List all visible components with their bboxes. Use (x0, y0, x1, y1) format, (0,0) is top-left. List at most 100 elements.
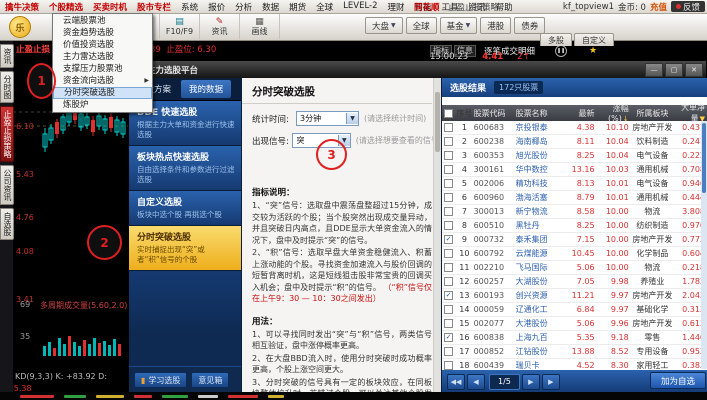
menu-item-LEVEL-2[interactable]: LEVEL-2 (338, 1, 382, 13)
menu-item-理财[interactable]: 理财 (383, 1, 410, 13)
recharge-link[interactable]: 充值 (650, 1, 667, 13)
row-checkbox[interactable] (444, 277, 454, 286)
next-page-button[interactable]: ▶ (521, 373, 540, 390)
add-to-watchlist-button[interactable]: 加为自选 (649, 372, 706, 389)
toolbar-button-画线[interactable]: ▦ 画线 (240, 14, 280, 39)
column-header-涨幅(%)[interactable]: 涨幅(%)↓ (595, 103, 629, 123)
row-checkbox[interactable] (444, 361, 454, 370)
table-row[interactable]: 10 600792 云煤能源 10.45 10.00 化学制品 0.604 (442, 247, 707, 261)
last-page-button[interactable]: ▶ (541, 373, 560, 390)
table-row[interactable]: 14 000059 辽通化工 6.84 9.97 基础化学 0.313 (442, 303, 707, 317)
table-row[interactable]: 4 300161 华中数控 13.16 10.03 通用机械 0.708 (442, 163, 707, 177)
cell-stock-name[interactable]: 新宁物流 (516, 206, 563, 217)
menu-item-系统[interactable]: 系统 (176, 1, 203, 13)
cell-stock-name[interactable]: 黑牡丹 (516, 220, 563, 231)
table-row[interactable]: 1 600683 京投银泰 4.38 10.10 房地产开发 0.437 (442, 121, 707, 135)
prev-page-button[interactable]: ◀ (467, 373, 485, 390)
suggestion-box-button[interactable]: 意见箱 (191, 372, 230, 388)
row-checkbox[interactable] (444, 319, 454, 328)
row-checkbox[interactable] (444, 165, 454, 174)
menu-item-个股精选[interactable]: 个股精选 (44, 1, 88, 13)
sidebar-item-自定义选股[interactable]: 自定义选股 板块中选个股 再挑选个股 (129, 191, 241, 226)
quote-tab-自定义[interactable]: 自定义 (574, 33, 614, 46)
row-checkbox[interactable] (444, 193, 454, 202)
first-page-button[interactable]: ◀◀ (447, 373, 465, 390)
cell-stock-name[interactable]: 辽通化工 (516, 304, 563, 315)
context-menu-item-云端股票池[interactable]: 云端股票池 (53, 15, 152, 27)
toolbar-button-资讯[interactable]: ✎ 资讯 (200, 14, 240, 39)
stat-time-select[interactable]: 3分钟 ▼ (296, 111, 359, 126)
cell-stock-name[interactable]: 旭光股份 (516, 150, 563, 161)
cell-stock-name[interactable]: 江钻股份 (516, 346, 563, 357)
table-row[interactable]: 11 002210 飞马国际 5.06 10.00 物流 0.218 (442, 261, 707, 275)
side-tab-自选股[interactable]: 自选股 (0, 208, 14, 240)
feedback-button[interactable]: 反馈 (670, 1, 705, 13)
side-tab-公司资讯[interactable]: 公司资讯 (0, 165, 14, 205)
row-checkbox[interactable] (444, 123, 454, 132)
cell-stock-name[interactable]: 精功科技 (516, 178, 563, 189)
market-button-大盘[interactable]: 大盘 ▼ (365, 17, 403, 34)
column-header-所属板块[interactable]: 所属板块 (629, 108, 676, 119)
market-button-港股[interactable]: 港股 (480, 17, 512, 34)
dialog-title-bar[interactable]: 选 主力选股平台 — ▢ ✕ (129, 61, 706, 78)
table-row[interactable]: 6 600960 渤海活塞 8.79 10.01 通用机械 0.444 (442, 191, 707, 205)
context-menu-item-支撑压力股票池[interactable]: 支撑压力股票池 (53, 63, 152, 75)
maximize-button[interactable]: ▢ (665, 63, 683, 77)
table-row[interactable]: 12 600257 大湖股份 7.05 9.98 养殖业 1.783 (442, 275, 707, 289)
menu-item-数据[interactable]: 数据 (257, 1, 284, 13)
cell-stock-name[interactable]: 渤海活塞 (516, 192, 563, 203)
context-menu-item-资金流向选股[interactable]: 资金流向选股 ▶ (53, 75, 152, 87)
menu-item-报价[interactable]: 报价 (203, 1, 230, 13)
select-all-checkbox[interactable] (444, 108, 454, 118)
cell-stock-name[interactable]: 云煤能源 (516, 248, 563, 259)
market-button-基金[interactable]: 基金 ▼ (439, 17, 478, 34)
row-checkbox[interactable] (444, 249, 454, 258)
table-row[interactable]: 5 002006 精功科技 8.13 10.01 电气设备 0.946 (442, 177, 707, 191)
row-checkbox[interactable]: ✓ (444, 333, 454, 342)
table-row[interactable]: 17 000852 江钻股份 13.88 8.52 专用设备 0.952 (442, 345, 707, 359)
tab-my-data[interactable]: 我的数据 (181, 80, 232, 98)
table-row[interactable]: ✓ 16 600838 上海九百 5.35 9.18 零售 1.446 (442, 331, 707, 345)
row-checkbox[interactable] (444, 305, 454, 314)
minimize-button[interactable]: — (645, 63, 663, 77)
row-checkbox[interactable] (444, 263, 454, 272)
context-menu-item-炼股炉[interactable]: 炼股炉 (53, 99, 152, 111)
coin-icon[interactable]: 乐 (9, 16, 31, 38)
menu-item-买卖时机[interactable]: 买卖时机 (88, 1, 132, 13)
table-row[interactable]: 3 600353 旭光股份 8.25 10.04 电气设备 0.222 (442, 149, 707, 163)
learn-selection-button[interactable]: ▮ 学习选股 (134, 372, 188, 388)
menu-item-全球[interactable]: 全球 (311, 1, 338, 13)
table-row[interactable]: 2 600238 海南椰岛 8.11 10.04 饮料制造 0.247 (442, 135, 707, 149)
cell-stock-name[interactable]: 上海九百 (516, 332, 563, 343)
results-scrollbar-thumb[interactable] (702, 123, 706, 193)
cell-stock-name[interactable]: 京投银泰 (516, 122, 563, 133)
row-checkbox[interactable] (444, 179, 454, 188)
column-header-序号[interactable]: 序号 (455, 108, 473, 119)
market-button-债券[interactable]: 债券 (514, 17, 546, 34)
side-tab-止盈止损策略[interactable]: 止盈止损策略 (0, 106, 14, 162)
context-menu-item-资金趋势选股[interactable]: 资金趋势选股 (53, 27, 152, 39)
row-checkbox[interactable] (444, 137, 454, 146)
cell-stock-name[interactable]: 海南椰岛 (516, 136, 563, 147)
close-button[interactable]: ✕ (685, 63, 703, 77)
row-checkbox[interactable] (444, 221, 454, 230)
market-button-全球[interactable]: 全球 (405, 17, 437, 34)
cell-stock-name[interactable]: 大港股份 (516, 318, 563, 329)
column-header-股票代码[interactable]: 股票代码 (474, 108, 516, 119)
table-row[interactable]: ✓ 13 600193 创兴资源 11.21 9.97 房地产开发 2.043 (442, 289, 707, 303)
column-header-股票名称[interactable]: 股票名称 (516, 108, 563, 119)
column-header-最新[interactable]: 最新 (563, 108, 595, 119)
menu-item-擒牛决策[interactable]: 擒牛决策 (0, 1, 44, 13)
cell-stock-name[interactable]: 大湖股份 (516, 276, 563, 287)
table-row[interactable]: 7 300013 新宁物流 8.58 10.00 物流 3.808 (442, 205, 707, 219)
cell-stock-name[interactable]: 泰禾集团 (516, 234, 563, 245)
side-tab-资讯[interactable]: 资讯 (0, 44, 14, 68)
table-row[interactable]: ✓ 9 000732 泰禾集团 7.15 10.00 房地产开发 0.773 (442, 233, 707, 247)
row-checkbox[interactable]: ✓ (444, 291, 454, 300)
cell-stock-name[interactable]: 飞马国际 (516, 262, 563, 273)
scrollbar-thumb[interactable] (435, 92, 440, 152)
row-checkbox[interactable] (444, 207, 454, 216)
cell-stock-name[interactable]: 创兴资源 (516, 290, 563, 301)
context-menu-item-主力雷达选股[interactable]: 主力雷达选股 (53, 51, 152, 63)
sidebar-item-板块热点快速选股[interactable]: 板块热点快速选股 自由选择条件和参数进行过滤选股 (129, 146, 241, 191)
